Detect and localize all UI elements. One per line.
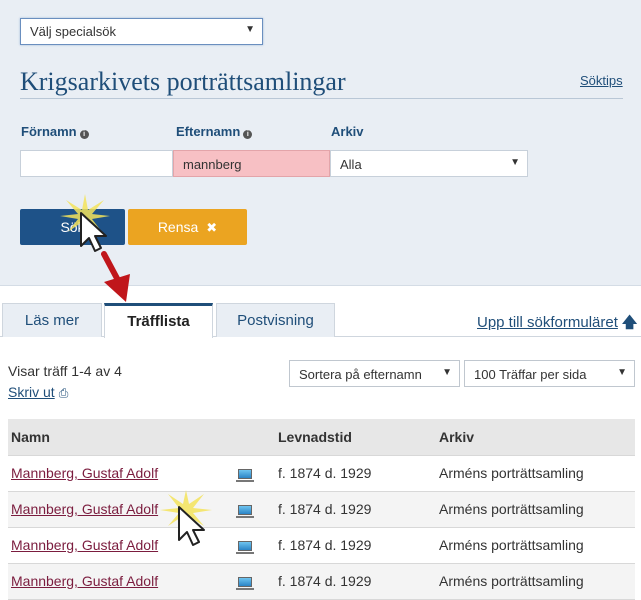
fornamn-input[interactable]	[20, 150, 173, 177]
result-name-link[interactable]: Mannberg, Gustaf Adolf	[11, 537, 158, 553]
table-row: Mannberg, Gustaf Adolf f. 1874 d. 1929 A…	[8, 455, 635, 492]
result-archive: Arméns porträttsamling	[436, 455, 635, 492]
result-lifetime: f. 1874 d. 1929	[275, 455, 436, 492]
result-lifetime: f. 1874 d. 1929	[275, 527, 436, 564]
column-header-namn: Namn	[8, 419, 235, 456]
sort-select-value: Sortera på efternamn	[299, 367, 422, 382]
column-header-arkiv: Arkiv	[436, 419, 635, 456]
result-archive: Arméns porträttsamling	[436, 527, 635, 564]
sort-select[interactable]: Sortera på efternamn ▼	[289, 360, 460, 387]
chevron-down-icon: ▼	[510, 157, 520, 168]
table-header-row: Namn Levnadstid Arkiv	[8, 419, 635, 456]
computer-icon[interactable]	[236, 577, 254, 590]
tab-las-mer[interactable]: Läs mer	[2, 303, 102, 337]
result-lifetime: f. 1874 d. 1929	[275, 563, 436, 600]
efternamn-input[interactable]: mannberg	[173, 150, 330, 177]
efternamn-label-text: Efternamn	[176, 124, 241, 139]
column-header-icon	[235, 419, 275, 456]
chevron-down-icon: ▼	[245, 24, 255, 35]
info-icon[interactable]: i	[243, 130, 253, 139]
result-name-link[interactable]: Mannberg, Gustaf Adolf	[11, 501, 158, 517]
arkiv-select-value: Alla	[340, 157, 362, 172]
efternamn-label: Efternamn i	[176, 124, 253, 139]
fornamn-label-text: Förnamn	[21, 124, 77, 139]
computer-icon[interactable]	[236, 469, 254, 482]
result-archive: Arméns porträttsamling	[436, 563, 635, 600]
fornamn-label: Förnamn i	[21, 124, 89, 139]
tab-trafflista[interactable]: Träfflista	[104, 303, 213, 338]
clear-button-label: Rensa	[157, 219, 199, 235]
clear-button[interactable]: Rensa ✖	[128, 209, 247, 245]
result-lifetime: f. 1874 d. 1929	[275, 491, 436, 528]
per-page-select-value: 100 Träffar per sida	[474, 367, 587, 382]
arkiv-label: Arkiv	[331, 124, 364, 139]
computer-icon[interactable]	[236, 505, 254, 518]
arkiv-select[interactable]: Alla ▼	[330, 150, 528, 177]
table-row: Mannberg, Gustaf Adolf f. 1874 d. 1929 A…	[8, 491, 635, 528]
table-row: Mannberg, Gustaf Adolf f. 1874 d. 1929 A…	[8, 527, 635, 564]
red-arrow-icon	[101, 251, 130, 302]
per-page-select[interactable]: 100 Träffar per sida ▼	[464, 360, 635, 387]
info-icon[interactable]: i	[79, 130, 89, 139]
mouse-cursor-icon	[80, 212, 107, 252]
results-table: Namn Levnadstid Arkiv Mannberg, Gustaf A…	[8, 419, 635, 600]
result-name-link[interactable]: Mannberg, Gustaf Adolf	[11, 573, 158, 589]
special-search-select-value: Välj specialsök	[30, 24, 116, 39]
computer-icon[interactable]	[236, 541, 254, 554]
page-title: Krigsarkivets porträttsamlingar	[20, 67, 346, 96]
back-to-form-link[interactable]: Upp till sökformuläret 🡅	[477, 312, 637, 337]
printer-icon: ⎙	[58, 386, 69, 400]
column-header-levnadstid: Levnadstid	[275, 419, 436, 456]
close-icon: ✖	[206, 220, 218, 235]
chevron-down-icon: ▼	[442, 367, 452, 378]
result-name-link[interactable]: Mannberg, Gustaf Adolf	[11, 465, 158, 481]
result-archive: Arméns porträttsamling	[436, 491, 635, 528]
search-tips-link[interactable]: Söktips	[580, 73, 623, 88]
chevron-down-icon: ▼	[617, 367, 627, 378]
table-row: Mannberg, Gustaf Adolf f. 1874 d. 1929 A…	[8, 563, 635, 600]
tab-postvisning[interactable]: Postvisning	[216, 303, 335, 337]
title-divider	[20, 98, 623, 99]
arrow-up-icon: 🡅	[621, 314, 638, 331]
mouse-cursor-icon	[178, 506, 205, 546]
special-search-select[interactable]: Välj specialsök ▼	[20, 18, 263, 45]
result-count: Visar träff 1-4 av 4	[8, 363, 122, 379]
back-to-form-label: Upp till sökformuläret	[477, 314, 618, 331]
print-link-label: Skriv ut	[8, 384, 55, 400]
print-link[interactable]: Skriv ut ⎙	[8, 384, 68, 401]
